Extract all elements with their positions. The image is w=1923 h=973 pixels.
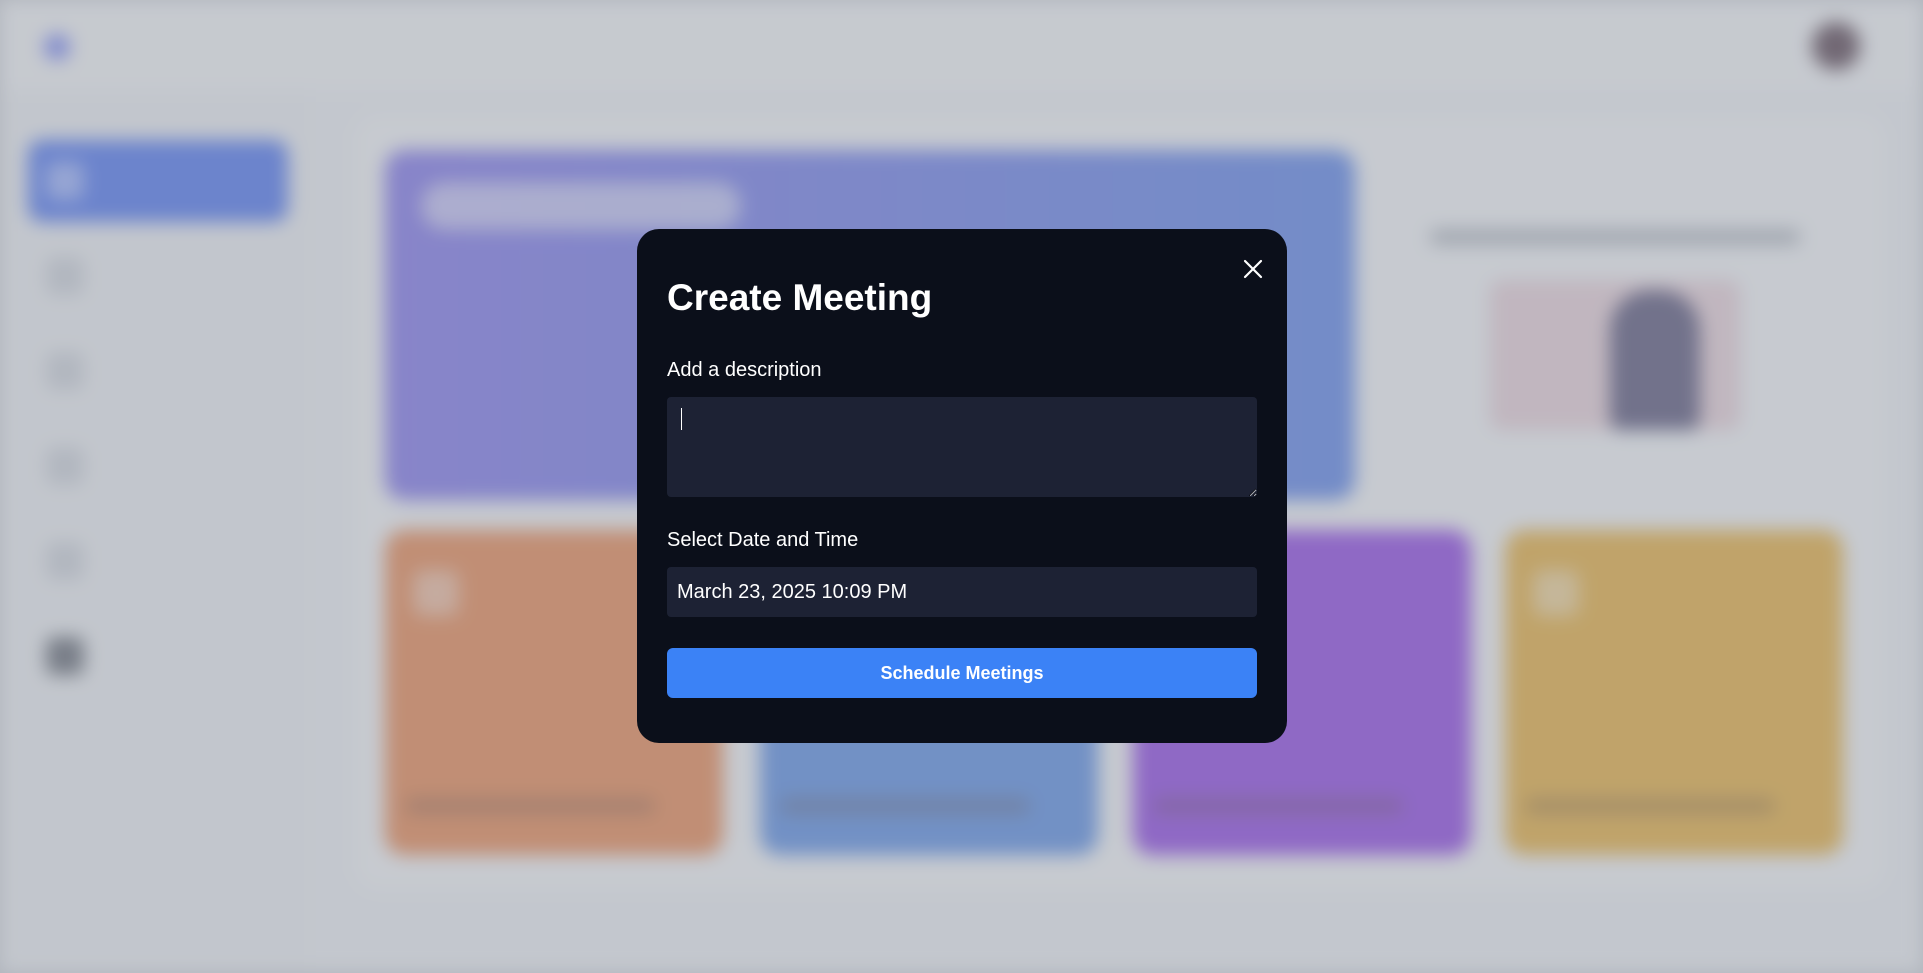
close-icon[interactable]: [1239, 255, 1267, 283]
description-textarea[interactable]: [667, 397, 1257, 497]
datetime-label: Select Date and Time: [667, 529, 859, 551]
description-label: Add a description: [667, 359, 822, 381]
schedule-meetings-button[interactable]: Schedule Meetings: [667, 648, 1257, 698]
create-meeting-modal: Create Meeting Add a description Select …: [637, 229, 1287, 743]
text-cursor: [681, 408, 682, 430]
modal-title: Create Meeting: [667, 277, 933, 318]
datetime-picker-input[interactable]: March 23, 2025 10:09 PM: [667, 567, 1257, 617]
